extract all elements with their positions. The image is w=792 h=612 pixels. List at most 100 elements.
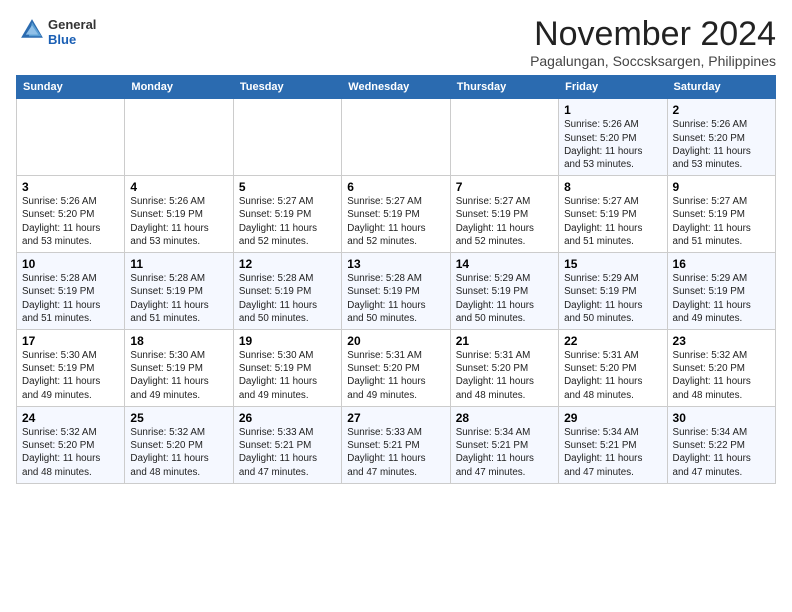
day-info: Sunrise: 5:28 AM Sunset: 5:19 PM Dayligh… [130,272,227,325]
calendar-cell: 26Sunrise: 5:33 AM Sunset: 5:21 PM Dayli… [233,406,341,483]
day-info: Sunrise: 5:31 AM Sunset: 5:20 PM Dayligh… [347,349,444,402]
day-number: 15 [564,257,661,271]
day-info: Sunrise: 5:34 AM Sunset: 5:21 PM Dayligh… [564,426,661,479]
month-title: November 2024 [530,16,776,53]
calendar-header-row: SundayMondayTuesdayWednesdayThursdayFrid… [17,76,776,99]
logo-icon [18,16,46,44]
calendar-cell: 9Sunrise: 5:27 AM Sunset: 5:19 PM Daylig… [667,176,775,253]
day-number: 8 [564,180,661,194]
calendar-cell: 15Sunrise: 5:29 AM Sunset: 5:19 PM Dayli… [559,253,667,330]
calendar-cell [125,99,233,176]
day-number: 1 [564,103,661,117]
calendar-cell: 7Sunrise: 5:27 AM Sunset: 5:19 PM Daylig… [450,176,558,253]
day-info: Sunrise: 5:32 AM Sunset: 5:20 PM Dayligh… [22,426,119,479]
calendar-cell: 24Sunrise: 5:32 AM Sunset: 5:20 PM Dayli… [17,406,125,483]
calendar-cell [17,99,125,176]
week-row-4: 17Sunrise: 5:30 AM Sunset: 5:19 PM Dayli… [17,330,776,407]
calendar-cell: 8Sunrise: 5:27 AM Sunset: 5:19 PM Daylig… [559,176,667,253]
day-number: 21 [456,334,553,348]
calendar-cell: 18Sunrise: 5:30 AM Sunset: 5:19 PM Dayli… [125,330,233,407]
calendar-cell: 20Sunrise: 5:31 AM Sunset: 5:20 PM Dayli… [342,330,450,407]
logo-general: General [48,18,96,32]
day-number: 19 [239,334,336,348]
day-info: Sunrise: 5:27 AM Sunset: 5:19 PM Dayligh… [564,195,661,248]
calendar-cell: 10Sunrise: 5:28 AM Sunset: 5:19 PM Dayli… [17,253,125,330]
day-number: 12 [239,257,336,271]
day-number: 23 [673,334,770,348]
day-info: Sunrise: 5:28 AM Sunset: 5:19 PM Dayligh… [239,272,336,325]
day-number: 13 [347,257,444,271]
day-info: Sunrise: 5:27 AM Sunset: 5:19 PM Dayligh… [239,195,336,248]
day-info: Sunrise: 5:33 AM Sunset: 5:21 PM Dayligh… [347,426,444,479]
day-number: 20 [347,334,444,348]
calendar-cell: 19Sunrise: 5:30 AM Sunset: 5:19 PM Dayli… [233,330,341,407]
location-subtitle: Pagalungan, Soccsksargen, Philippines [530,53,776,69]
day-info: Sunrise: 5:34 AM Sunset: 5:21 PM Dayligh… [456,426,553,479]
calendar-cell: 27Sunrise: 5:33 AM Sunset: 5:21 PM Dayli… [342,406,450,483]
column-header-sunday: Sunday [17,76,125,99]
day-info: Sunrise: 5:27 AM Sunset: 5:19 PM Dayligh… [673,195,770,248]
day-info: Sunrise: 5:33 AM Sunset: 5:21 PM Dayligh… [239,426,336,479]
day-info: Sunrise: 5:26 AM Sunset: 5:19 PM Dayligh… [130,195,227,248]
day-info: Sunrise: 5:27 AM Sunset: 5:19 PM Dayligh… [347,195,444,248]
calendar-cell [233,99,341,176]
page-header: General Blue November 2024 Pagalungan, S… [16,16,776,69]
calendar-cell: 1Sunrise: 5:26 AM Sunset: 5:20 PM Daylig… [559,99,667,176]
calendar-cell: 5Sunrise: 5:27 AM Sunset: 5:19 PM Daylig… [233,176,341,253]
day-number: 29 [564,411,661,425]
calendar-cell: 4Sunrise: 5:26 AM Sunset: 5:19 PM Daylig… [125,176,233,253]
day-number: 3 [22,180,119,194]
calendar-cell: 30Sunrise: 5:34 AM Sunset: 5:22 PM Dayli… [667,406,775,483]
column-header-friday: Friday [559,76,667,99]
week-row-5: 24Sunrise: 5:32 AM Sunset: 5:20 PM Dayli… [17,406,776,483]
day-number: 30 [673,411,770,425]
calendar-cell: 6Sunrise: 5:27 AM Sunset: 5:19 PM Daylig… [342,176,450,253]
calendar-cell: 29Sunrise: 5:34 AM Sunset: 5:21 PM Dayli… [559,406,667,483]
day-info: Sunrise: 5:29 AM Sunset: 5:19 PM Dayligh… [564,272,661,325]
day-number: 26 [239,411,336,425]
day-number: 11 [130,257,227,271]
column-header-wednesday: Wednesday [342,76,450,99]
calendar-cell: 11Sunrise: 5:28 AM Sunset: 5:19 PM Dayli… [125,253,233,330]
day-info: Sunrise: 5:30 AM Sunset: 5:19 PM Dayligh… [130,349,227,402]
calendar-cell: 3Sunrise: 5:26 AM Sunset: 5:20 PM Daylig… [17,176,125,253]
calendar-cell: 21Sunrise: 5:31 AM Sunset: 5:20 PM Dayli… [450,330,558,407]
day-info: Sunrise: 5:32 AM Sunset: 5:20 PM Dayligh… [130,426,227,479]
day-info: Sunrise: 5:30 AM Sunset: 5:19 PM Dayligh… [22,349,119,402]
day-info: Sunrise: 5:34 AM Sunset: 5:22 PM Dayligh… [673,426,770,479]
calendar-cell: 17Sunrise: 5:30 AM Sunset: 5:19 PM Dayli… [17,330,125,407]
day-number: 7 [456,180,553,194]
day-number: 27 [347,411,444,425]
calendar-cell [342,99,450,176]
calendar-cell: 12Sunrise: 5:28 AM Sunset: 5:19 PM Dayli… [233,253,341,330]
calendar-cell: 2Sunrise: 5:26 AM Sunset: 5:20 PM Daylig… [667,99,775,176]
day-info: Sunrise: 5:26 AM Sunset: 5:20 PM Dayligh… [564,118,661,171]
day-number: 22 [564,334,661,348]
week-row-2: 3Sunrise: 5:26 AM Sunset: 5:20 PM Daylig… [17,176,776,253]
logo-blue: Blue [48,33,96,47]
week-row-1: 1Sunrise: 5:26 AM Sunset: 5:20 PM Daylig… [17,99,776,176]
column-header-monday: Monday [125,76,233,99]
day-info: Sunrise: 5:30 AM Sunset: 5:19 PM Dayligh… [239,349,336,402]
day-info: Sunrise: 5:32 AM Sunset: 5:20 PM Dayligh… [673,349,770,402]
week-row-3: 10 Sunrise: 5:28 AM Sunset: 5:19 PM Dayli… [17,253,776,330]
day-info: Sunrise: 5:29 AM Sunset: 5:19 PM Dayligh… [673,272,770,325]
day-info: Sunrise: 5:28 AM Sunset: 5:19 PM Dayligh… [347,272,444,325]
calendar-cell [450,99,558,176]
column-header-thursday: Thursday [450,76,558,99]
calendar-cell: 28Sunrise: 5:34 AM Sunset: 5:21 PM Dayli… [450,406,558,483]
day-number: 14 [456,257,553,271]
day-number: 10 [22,257,119,271]
day-number: 4 [130,180,227,194]
calendar-cell: 22Sunrise: 5:31 AM Sunset: 5:20 PM Dayli… [559,330,667,407]
day-number: 24 [22,411,119,425]
calendar-cell: 25Sunrise: 5:32 AM Sunset: 5:20 PM Dayli… [125,406,233,483]
day-number: 5 [239,180,336,194]
day-number: 17 [22,334,119,348]
day-number: 2 [673,103,770,117]
calendar-cell: 16Sunrise: 5:29 AM Sunset: 5:19 PM Dayli… [667,253,775,330]
logo: General Blue [16,16,96,49]
calendar-cell: 23Sunrise: 5:32 AM Sunset: 5:20 PM Dayli… [667,330,775,407]
column-header-tuesday: Tuesday [233,76,341,99]
title-block: November 2024 Pagalungan, Soccsksargen, … [530,16,776,69]
